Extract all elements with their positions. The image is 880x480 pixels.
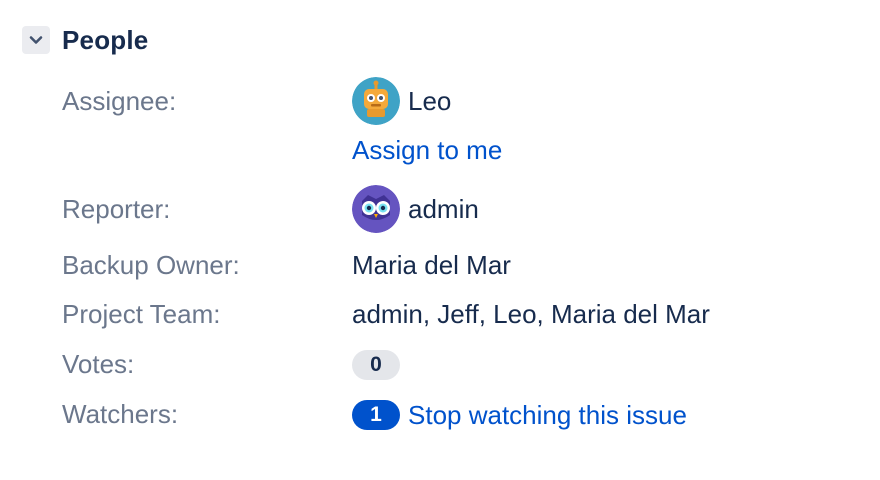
owl-avatar-icon[interactable] <box>352 185 400 233</box>
assign-to-me-row: Assign to me <box>352 134 502 166</box>
people-section-header[interactable]: People <box>22 24 148 56</box>
chevron-down-icon <box>29 36 43 44</box>
reporter-value: admin <box>352 185 479 233</box>
reporter-label: Reporter: <box>62 194 171 224</box>
assignee-label: Assignee: <box>62 86 177 116</box>
backup-owner-label: Backup Owner: <box>62 250 240 280</box>
robot-avatar-icon[interactable] <box>352 77 400 125</box>
project-team-label: Project Team: <box>62 299 221 329</box>
people-panel: People Assignee: Leo Assign to me Report… <box>0 0 880 480</box>
backup-owner-value: Maria del Mar <box>352 250 511 280</box>
watchers-count-badge[interactable]: 1 <box>352 400 400 430</box>
votes-count-badge[interactable]: 0 <box>352 350 400 380</box>
section-title: People <box>62 24 149 55</box>
stop-watching-link[interactable]: Stop watching this issue <box>408 399 687 431</box>
votes-value: 0 <box>352 349 400 381</box>
watchers-value: 1 Stop watching this issue <box>352 399 687 431</box>
section-toggle-button[interactable] <box>22 26 50 54</box>
votes-label: Votes: <box>62 349 135 379</box>
assign-to-me-link[interactable]: Assign to me <box>352 134 502 166</box>
assignee-value: Leo <box>352 77 451 125</box>
assignee-name[interactable]: Leo <box>408 85 451 117</box>
reporter-name[interactable]: admin <box>408 193 479 225</box>
watchers-label: Watchers: <box>62 399 179 429</box>
project-team-value: admin, Jeff, Leo, Maria del Mar <box>352 299 710 329</box>
